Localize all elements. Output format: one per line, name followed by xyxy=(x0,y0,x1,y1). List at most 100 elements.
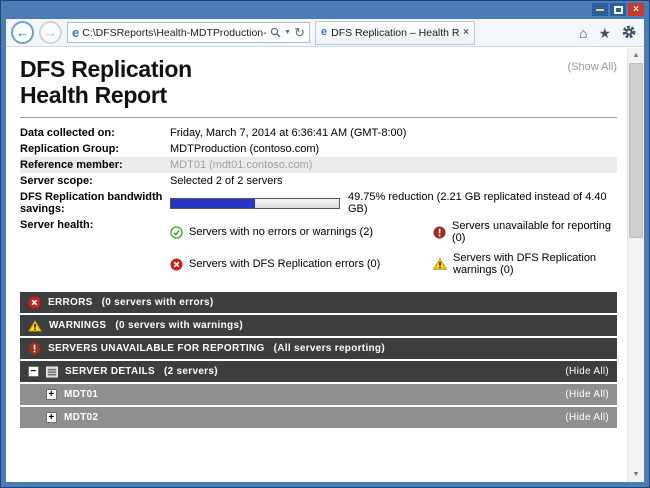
browser-window: × ← → e C:\DFSReports\Health-MDTProducti… xyxy=(0,0,650,488)
home-icon: ⌂ xyxy=(579,26,587,40)
section-errors[interactable]: ERRORS (0 servers with errors) xyxy=(20,292,617,313)
page-title-line2: Health Report xyxy=(20,82,617,108)
tab-title: DFS Replication – Health Re... xyxy=(331,27,459,39)
tab-close-icon[interactable]: × xyxy=(463,27,469,38)
error-x-icon xyxy=(28,296,41,309)
search-icon[interactable] xyxy=(270,27,281,38)
expand-toggle[interactable]: + xyxy=(46,412,57,423)
health-text: Servers with DFS Replication errors (0) xyxy=(189,258,380,270)
server-name: MDT02 xyxy=(64,412,98,423)
health-text: Servers with no errors or warnings (2) xyxy=(189,226,373,238)
browser-client-area: ← → e C:\DFSReports\Health-MDTProduction… xyxy=(6,19,644,482)
maximize-button[interactable] xyxy=(610,3,626,16)
info-value: Friday, March 7, 2014 at 6:36:41 AM (GMT… xyxy=(170,127,406,139)
minimize-button[interactable] xyxy=(592,3,608,16)
info-label: DFS Replication bandwidth savings: xyxy=(20,191,170,215)
info-row-health: Server health: Servers with no errors or… xyxy=(20,217,617,278)
vertical-scrollbar[interactable]: ▲ ▼ xyxy=(627,48,644,482)
report-header: DFS Replication Health Report (Show All) xyxy=(20,56,617,108)
address-dropdown-icon[interactable]: ▼ xyxy=(284,29,291,36)
back-arrow-icon: ← xyxy=(16,25,29,40)
close-button[interactable]: × xyxy=(628,3,644,16)
header-divider xyxy=(20,117,617,118)
minimize-icon xyxy=(596,9,604,11)
info-label: Data collected on: xyxy=(20,127,170,139)
health-item-ok: Servers with no errors or warnings (2) xyxy=(170,220,425,244)
settings-button[interactable] xyxy=(619,25,639,41)
server-row-mdt02[interactable]: + MDT02 (Hide All) xyxy=(20,407,617,428)
server-row-mdt01[interactable]: + MDT01 (Hide All) xyxy=(20,384,617,405)
error-x-icon xyxy=(170,258,183,271)
address-text: C:\DFSReports\Health-MDTProduction-07M xyxy=(82,27,267,39)
section-count: (2 servers) xyxy=(164,366,218,377)
server-health-grid: Servers with no errors or warnings (2) S… xyxy=(170,219,617,276)
bandwidth-progress-bar xyxy=(170,198,340,209)
hide-all-link[interactable]: (Hide All) xyxy=(565,366,609,377)
show-all-link[interactable]: (Show All) xyxy=(567,61,617,73)
section-count: (0 servers with warnings) xyxy=(115,320,243,331)
close-icon: × xyxy=(633,5,639,15)
info-label: Server scope: xyxy=(20,175,170,187)
info-value: Selected 2 of 2 servers xyxy=(170,175,283,187)
section-title: WARNINGS xyxy=(49,320,106,331)
scroll-up-button[interactable]: ▲ xyxy=(628,48,644,63)
titlebar: × xyxy=(1,1,649,19)
info-label: Server health: xyxy=(20,219,170,231)
browser-tab[interactable]: e DFS Replication – Health Re... × xyxy=(315,21,475,45)
info-label: Replication Group: xyxy=(20,143,170,155)
home-button[interactable]: ⌂ xyxy=(576,26,590,40)
section-unavailable[interactable]: SERVERS UNAVAILABLE FOR REPORTING (All s… xyxy=(20,338,617,359)
section-count: (All servers reporting) xyxy=(274,343,385,354)
maximize-icon xyxy=(614,6,623,14)
health-text: Servers unavailable for reporting (0) xyxy=(452,220,617,244)
scroll-down-button[interactable]: ▼ xyxy=(628,467,644,482)
info-row-bandwidth: DFS Replication bandwidth savings: 49.75… xyxy=(20,189,617,217)
caption-buttons: × xyxy=(592,3,644,16)
hide-all-link[interactable]: (Hide All) xyxy=(565,412,609,423)
section-server-details[interactable]: − SERVER DETAILS (2 servers) (Hide All) xyxy=(20,361,617,382)
info-row-group: Replication Group: MDTProduction (contos… xyxy=(20,141,617,157)
section-count: (0 servers with errors) xyxy=(102,297,214,308)
server-report-icon xyxy=(46,366,58,378)
section-title: SERVERS UNAVAILABLE FOR REPORTING xyxy=(48,343,265,354)
health-item-errors: Servers with DFS Replication errors (0) xyxy=(170,252,425,276)
gear-icon xyxy=(622,25,636,41)
info-value: MDT01 (mdt01.contoso.com) xyxy=(170,159,312,171)
health-item-unavailable: Servers unavailable for reporting (0) xyxy=(433,220,617,244)
warning-triangle-icon xyxy=(28,320,42,332)
info-row-collected: Data collected on: Friday, March 7, 2014… xyxy=(20,125,617,141)
report-sections: ERRORS (0 servers with errors) WARNINGS … xyxy=(20,292,617,428)
section-title: SERVER DETAILS xyxy=(65,366,155,377)
bandwidth-text: 49.75% reduction (2.21 GB replicated ins… xyxy=(348,191,617,215)
server-name: MDT01 xyxy=(64,389,98,400)
section-title: ERRORS xyxy=(48,297,93,308)
expand-toggle[interactable]: + xyxy=(46,389,57,400)
star-icon: ★ xyxy=(598,26,611,40)
browser-toolbar: ← → e C:\DFSReports\Health-MDTProduction… xyxy=(6,19,644,47)
scrollbar-thumb[interactable] xyxy=(629,63,643,238)
ok-check-icon xyxy=(170,226,183,239)
info-row-reference: Reference member: MDT01 (mdt01.contoso.c… xyxy=(20,157,617,173)
info-row-scope: Server scope: Selected 2 of 2 servers xyxy=(20,173,617,189)
section-warnings[interactable]: WARNINGS (0 servers with warnings) xyxy=(20,315,617,336)
forward-arrow-icon: → xyxy=(44,25,57,40)
refresh-icon[interactable]: ↻ xyxy=(294,26,305,39)
info-value: MDTProduction (contoso.com) xyxy=(170,143,319,155)
address-bar[interactable]: e C:\DFSReports\Health-MDTProduction-07M… xyxy=(67,22,310,43)
bandwidth-value: 49.75% reduction (2.21 GB replicated ins… xyxy=(170,191,617,215)
hide-all-link[interactable]: (Hide All) xyxy=(565,389,609,400)
bandwidth-fill xyxy=(171,199,255,208)
back-button[interactable]: ← xyxy=(11,21,34,44)
unavailable-icon xyxy=(433,226,446,239)
report-page: DFS Replication Health Report (Show All)… xyxy=(6,48,627,482)
forward-button[interactable]: → xyxy=(39,21,62,44)
ie-logo-icon: e xyxy=(72,26,79,39)
health-item-warnings: Servers with DFS Replication warnings (0… xyxy=(433,252,617,276)
tab-favicon-icon: e xyxy=(321,27,327,38)
warning-triangle-icon xyxy=(433,258,447,270)
page-title-line1: DFS Replication xyxy=(20,56,617,82)
favorites-button[interactable]: ★ xyxy=(595,26,614,40)
collapse-toggle[interactable]: − xyxy=(28,366,39,377)
info-label: Reference member: xyxy=(20,159,170,171)
unavailable-icon xyxy=(28,342,41,355)
